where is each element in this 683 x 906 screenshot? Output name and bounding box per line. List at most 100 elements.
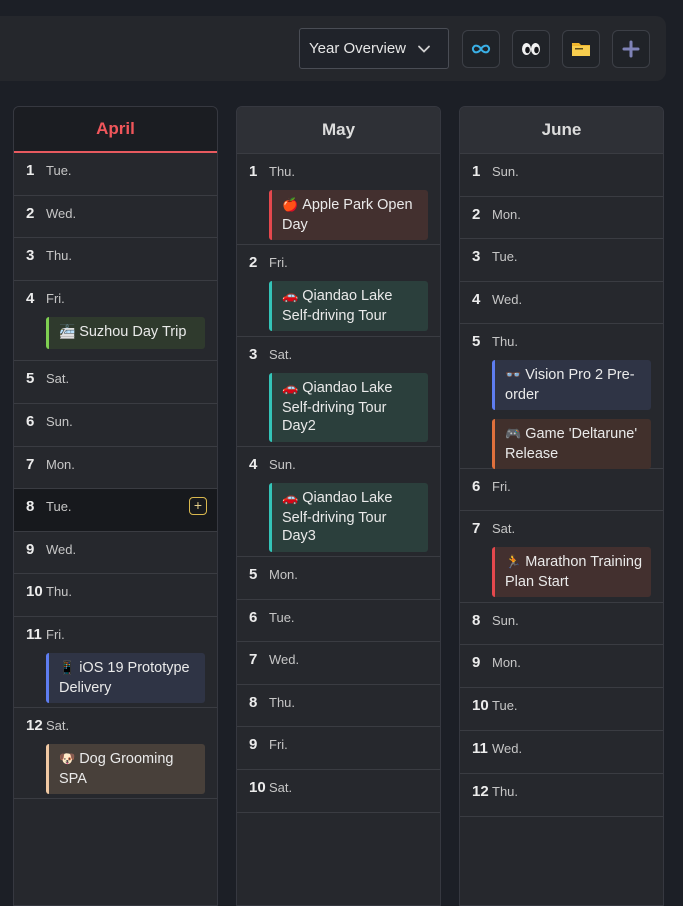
event-card[interactable]: 👓 Vision Pro 2 Pre-order [492,360,651,410]
day-cell[interactable]: 4 Sun. 🚗 Qiandao Lake Self-driving Tour Day… [237,447,440,557]
day-header: 9 Mon. [472,654,651,672]
day-header: 5 Thu. [472,333,651,351]
day-cell[interactable]: 12 Sat. 🐶 Dog Grooming SPA [14,708,217,799]
day-cell[interactable]: 9 Fri. [237,727,440,770]
day-cell[interactable]: 12 Thu. [460,774,663,817]
day-weekday: Sat. [46,371,70,386]
day-weekday: Fri. [269,255,288,270]
event-emoji-icon: 🚈 [59,325,76,340]
add-event-button[interactable]: + [189,497,207,515]
day-header: 9 Wed. [26,541,205,559]
day-cell[interactable]: 9 Mon. [460,645,663,688]
day-cell[interactable]: 9 Wed. [14,532,217,574]
day-header: 6 Tue. [249,609,428,627]
event-emoji-icon: 👓 [505,368,522,383]
event-emoji-icon: 🍎 [282,198,299,213]
day-header: 5 Sat. [26,370,205,388]
infinity-button[interactable] [462,30,500,68]
day-weekday: Tue. [492,249,518,264]
day-header: 2 Mon. [472,206,651,224]
day-header: 12 Sat. [26,717,205,735]
event-title: Dog Grooming SPA [59,751,174,787]
day-header: 7 Sat. [472,520,651,538]
day-number: 11 [26,626,42,643]
event-card[interactable]: 🎮 Game 'Deltarune' Release [492,419,651,469]
day-cell[interactable]: 5 Mon. [237,557,440,600]
day-cell[interactable]: 8 Thu. [237,685,440,727]
day-header: 5 Mon. [249,566,428,584]
day-number: 2 [26,205,35,222]
day-weekday: Thu. [492,334,519,349]
day-header: 11 Wed. [472,740,651,758]
day-cell[interactable]: 10 Thu. [14,574,217,617]
day-weekday: Mon. [46,457,75,472]
day-cell[interactable]: 2 Mon. [460,197,663,239]
day-weekday: Sat. [269,347,293,362]
day-weekday: Wed. [492,741,523,756]
day-cell[interactable]: 8 Tue. + [14,489,217,532]
event-emoji-icon: 🐶 [59,752,76,767]
day-number: 4 [472,291,481,308]
event-title: Qiandao Lake Self-driving Tour Day3 [282,490,393,544]
view-select-label: Year Overview [309,40,406,57]
day-cell[interactable]: 3 Sat. 🚗 Qiandao Lake Self-driving Tour Day… [237,337,440,447]
eyes-button[interactable] [512,30,550,68]
event-title: Game 'Deltarune' Release [505,426,638,462]
day-cell[interactable]: 11 Wed. [460,731,663,774]
day-cell[interactable]: 1 Thu. 🍎 Apple Park Open Day [237,154,440,245]
day-number: 3 [26,247,35,264]
day-cell[interactable]: 7 Wed. [237,642,440,685]
day-cell[interactable]: 4 Fri. 🚈 Suzhou Day Trip [14,281,217,361]
day-cell[interactable]: 7 Sat. 🏃 Marathon Training Plan Start [460,511,663,603]
day-header: 1 Thu. [249,163,428,181]
event-title: iOS 19 Prototype Delivery [59,660,190,696]
day-header: 12 Thu. [472,783,651,801]
event-card[interactable]: 🚗 Qiandao Lake Self-driving Tour Day3 [269,483,428,552]
day-cell[interactable]: 10 Sat. [237,770,440,813]
day-weekday: Mon. [269,567,298,582]
day-number: 7 [26,456,35,473]
day-cell[interactable]: 1 Sun. [460,154,663,197]
day-cell[interactable]: 8 Sun. [460,603,663,645]
add-button[interactable] [612,30,650,68]
day-cell[interactable]: 7 Mon. [14,447,217,489]
day-weekday: Fri. [492,479,511,494]
day-cell[interactable]: 1 Tue. [14,153,217,196]
event-card[interactable]: 🚗 Qiandao Lake Self-driving Tour Day2 [269,373,428,442]
day-cell[interactable]: 5 Sat. [14,361,217,404]
event-card[interactable]: 📱 iOS 19 Prototype Delivery [46,653,205,703]
day-cell[interactable]: 2 Wed. [14,196,217,238]
event-card[interactable]: 🏃 Marathon Training Plan Start [492,547,651,597]
day-cell[interactable]: 3 Tue. [460,239,663,282]
day-cell[interactable]: 6 Fri. [460,469,663,511]
day-cell[interactable]: 11 Fri. 📱 iOS 19 Prototype Delivery [14,617,217,708]
day-number: 8 [249,694,258,711]
day-number: 2 [249,254,258,271]
day-number: 6 [249,609,258,626]
day-cell[interactable]: 5 Thu. 👓 Vision Pro 2 Pre-order 🎮 Game 'Delta… [460,324,663,469]
day-cell[interactable]: 10 Tue. [460,688,663,731]
day-number: 9 [249,736,258,753]
day-weekday: Sun. [492,613,519,628]
event-card[interactable]: 🚗 Qiandao Lake Self-driving Tour [269,281,428,331]
day-header: 4 Wed. [472,291,651,309]
day-cell[interactable]: 6 Tue. [237,600,440,642]
folder-button[interactable] [562,30,600,68]
infinity-icon [471,44,491,54]
day-header: 8 Sun. [472,612,651,630]
plus-icon [622,40,640,58]
day-weekday: Wed. [46,206,77,221]
day-number: 5 [26,370,35,387]
day-cell[interactable]: 3 Thu. [14,238,217,281]
day-number: 10 [26,583,43,600]
day-cell[interactable]: 6 Sun. [14,404,217,447]
event-card[interactable]: 🚈 Suzhou Day Trip [46,317,205,349]
event-card[interactable]: 🍎 Apple Park Open Day [269,190,428,240]
day-cell[interactable]: 2 Fri. 🚗 Qiandao Lake Self-driving Tour [237,245,440,337]
view-select[interactable]: Year Overview [299,28,449,69]
day-number: 10 [249,779,266,796]
day-cell[interactable]: 4 Wed. [460,282,663,324]
day-header: 2 Fri. [249,254,428,272]
event-card[interactable]: 🐶 Dog Grooming SPA [46,744,205,794]
day-number: 9 [26,541,35,558]
